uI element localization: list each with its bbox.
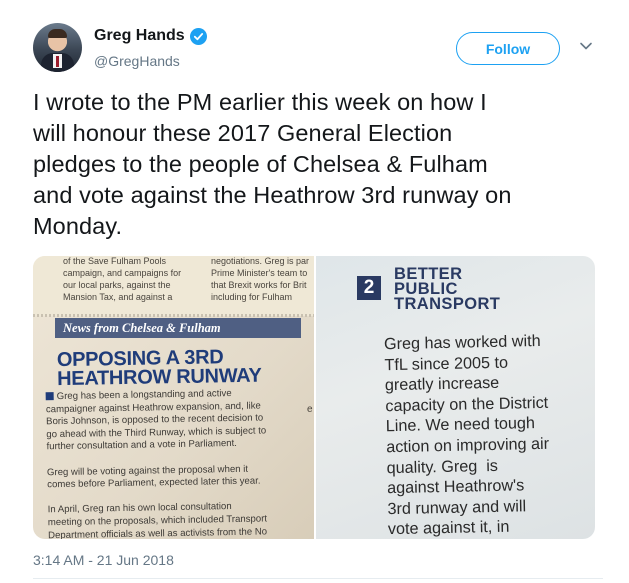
- bullet-square-icon: [45, 392, 54, 401]
- leaflet-photo-left[interactable]: of the Save Fulham Pools campaign, and c…: [33, 256, 314, 539]
- name-row: Greg Hands: [94, 27, 207, 45]
- leaflet-photo-right[interactable]: 2 BETTER PUBLIC TRANSPORT Greg has worke…: [316, 256, 595, 539]
- chevron-down-icon[interactable]: [578, 38, 594, 54]
- leaflet-heading: OPPOSING A 3RD HEATHROW RUNWAY: [56, 346, 262, 391]
- divider: [33, 578, 603, 579]
- leaflet-body-text: Greg has been a longstanding and active …: [45, 388, 269, 539]
- avatar[interactable]: [33, 23, 82, 72]
- leaflet-column-1: of the Save Fulham Pools campaign, and c…: [63, 256, 182, 302]
- leaflet-edge-text: e: [307, 404, 313, 415]
- pledge-number-badge: 2: [357, 276, 381, 300]
- follow-button[interactable]: Follow: [456, 32, 560, 65]
- tweet-timestamp[interactable]: 3:14 AM - 21 Jun 2018: [33, 552, 174, 568]
- leaflet-banner: News from Chelsea & Fulham: [55, 318, 301, 338]
- leaflet-divider: [33, 314, 314, 317]
- tweet-text: I wrote to the PM earlier this week on h…: [33, 89, 512, 239]
- tweet-header: Greg Hands @GregHands Follow: [33, 22, 603, 74]
- leaflet-column-2: negotiations. Greg is par Prime Minister…: [211, 256, 310, 302]
- pledge-title: BETTER PUBLIC TRANSPORT: [394, 265, 501, 313]
- tweet-media[interactable]: of the Save Fulham Pools campaign, and c…: [33, 256, 595, 539]
- leaflet-body: Greg has been a longstanding and active …: [45, 387, 311, 539]
- verified-badge-icon: [189, 27, 207, 45]
- display-name[interactable]: Greg Hands: [94, 27, 185, 45]
- pledge-body: Greg has worked with TfL since 2005 to g…: [383, 331, 550, 539]
- user-handle[interactable]: @GregHands: [94, 53, 180, 69]
